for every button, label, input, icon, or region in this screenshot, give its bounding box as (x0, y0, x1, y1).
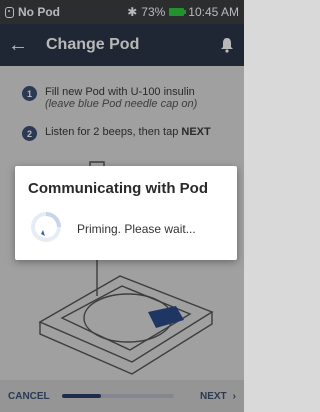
communicating-dialog: Communicating with Pod Priming. Please w… (15, 166, 237, 260)
dialog-title: Communicating with Pod (28, 180, 208, 197)
spinner-icon (31, 212, 61, 242)
dialog-message: Priming. Please wait... (77, 222, 196, 236)
